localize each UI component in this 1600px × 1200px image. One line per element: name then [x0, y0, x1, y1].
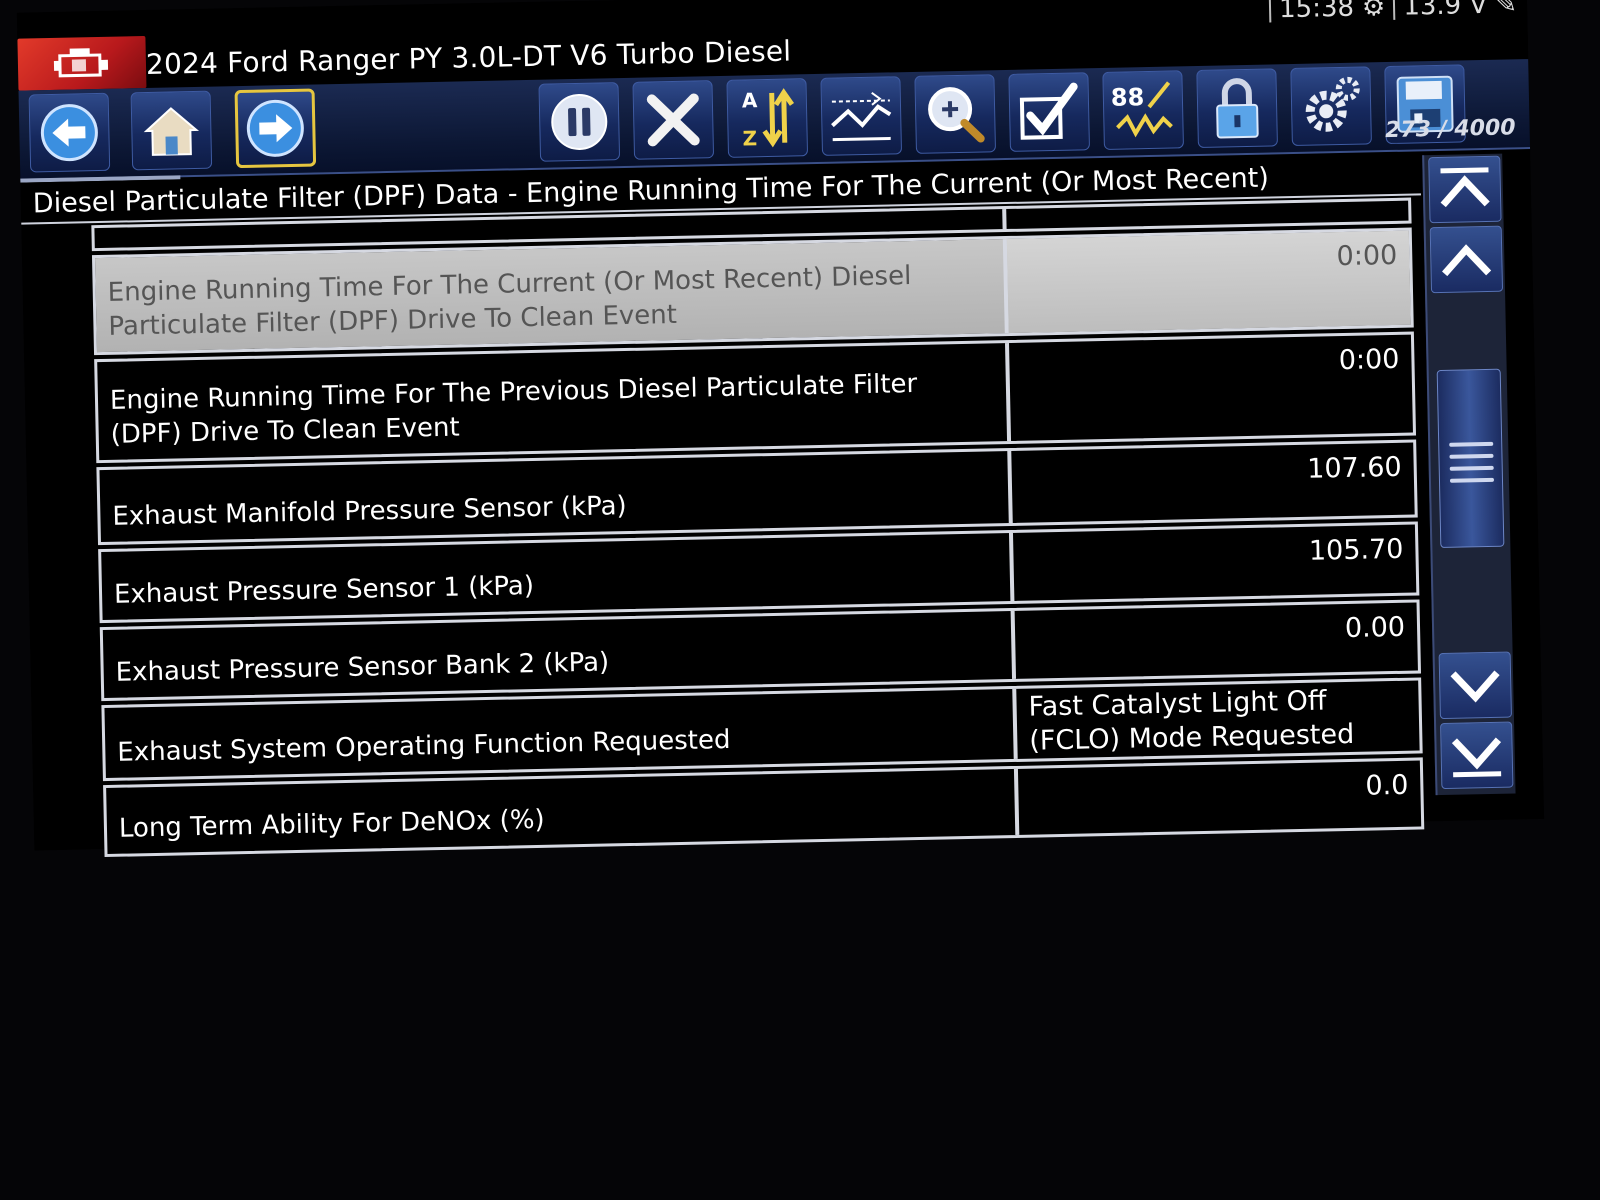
vehicle-connection-icon: ⚙: [1361, 0, 1386, 23]
status-area: 15:38 ⚙ 13.9 V ✎: [1268, 0, 1517, 25]
forward-arrow-icon: [246, 99, 304, 157]
engine-logo-icon: [53, 48, 109, 78]
x-icon: [646, 93, 700, 147]
vehicle-title: 2024 Ford Ranger PY 3.0L-DT V6 Turbo Die…: [145, 34, 792, 82]
pid-button[interactable]: 88: [1102, 70, 1184, 150]
forward-button[interactable]: [234, 88, 317, 169]
parameter-value: 105.70: [1308, 533, 1404, 567]
thumb-grip: [1449, 453, 1494, 459]
scroll-to-bottom-button[interactable]: [1440, 721, 1514, 790]
settings-button[interactable]: [1290, 66, 1372, 147]
scroll-to-top-button[interactable]: [1428, 155, 1502, 224]
thumb-grip: [1449, 477, 1495, 483]
parameter-name: Exhaust System Operating Function Reques…: [104, 688, 1018, 779]
parameter-name: Exhaust Pressure Sensor Bank 2 (kPa): [102, 610, 1017, 699]
parameter-name: Engine Running Time For The Current (Or …: [95, 239, 1009, 353]
app-logo[interactable]: [17, 36, 147, 91]
vertical-scrollbar[interactable]: [1422, 153, 1516, 796]
pause-button[interactable]: [538, 82, 621, 162]
parameter-value: Fast Catalyst Light Off (FCLO) Mode Requ…: [1028, 685, 1355, 757]
select-button[interactable]: [1008, 72, 1090, 152]
gear-icon: [1305, 76, 1360, 132]
chevron-up-icon: [1442, 244, 1492, 277]
double-chevron-down-icon: [1451, 737, 1502, 778]
chevron-down-icon: [1450, 670, 1500, 703]
zoom-icon: [928, 87, 985, 143]
svg-text:A: A: [742, 88, 758, 112]
scrollbar-thumb[interactable]: [1436, 368, 1505, 549]
back-button[interactable]: [28, 92, 111, 173]
parameter-value: 107.60: [1306, 451, 1403, 485]
parameter-value: [1006, 201, 1408, 229]
home-icon: [143, 107, 200, 156]
clock: 15:38: [1278, 0, 1355, 25]
parameter-value: 0.0: [1365, 769, 1409, 802]
parameter-value: 0:00: [1338, 343, 1400, 377]
thumb-grip: [1449, 441, 1494, 447]
scan-tool-screen: 2024 Ford Ranger PY 3.0L-DT V6 Turbo Die…: [16, 0, 1545, 858]
back-arrow-icon: [40, 104, 98, 162]
thumb-grip: [1449, 465, 1494, 471]
status-divider: [1268, 0, 1272, 23]
graph-button[interactable]: [820, 76, 903, 156]
record-counter: 273 / 4000: [1384, 115, 1516, 144]
sort-button[interactable]: A Z: [726, 78, 809, 158]
parameter-name: Engine Running Time For The Previous Die…: [97, 342, 1012, 461]
parameter-value: 0.00: [1344, 611, 1406, 645]
parameter-name: Exhaust Manifold Pressure Sensor (kPa): [99, 450, 1013, 543]
scroll-up-button[interactable]: [1429, 225, 1504, 294]
clear-button[interactable]: [632, 80, 715, 160]
battery-voltage: 13.9 V: [1402, 0, 1488, 22]
double-chevron-up-icon: [1440, 167, 1490, 208]
pause-icon: [551, 93, 608, 150]
zoom-button[interactable]: [914, 74, 997, 154]
sort-az-icon: A Z: [742, 88, 795, 151]
data-table: Engine Running Time For The Current (Or …: [91, 197, 1425, 862]
parameter-name: Exhaust Pressure Sensor 1 (kPa): [101, 532, 1015, 621]
graph-icon: [831, 92, 892, 142]
parameter-value: 0:00: [1006, 230, 1411, 334]
pid-icon: 88: [1111, 81, 1173, 138]
checkmark-icon: [1019, 82, 1078, 140]
edit-icon[interactable]: ✎: [1495, 0, 1517, 20]
lock-button[interactable]: [1196, 68, 1278, 148]
status-divider: [1393, 0, 1396, 20]
svg-text:88: 88: [1111, 83, 1145, 112]
lock-icon: [1216, 78, 1259, 139]
home-button[interactable]: [130, 90, 213, 171]
parameter-name: Long Term Ability For DeNOx (%): [106, 768, 1020, 854]
scroll-down-button[interactable]: [1438, 651, 1512, 720]
svg-text:Z: Z: [742, 126, 757, 150]
